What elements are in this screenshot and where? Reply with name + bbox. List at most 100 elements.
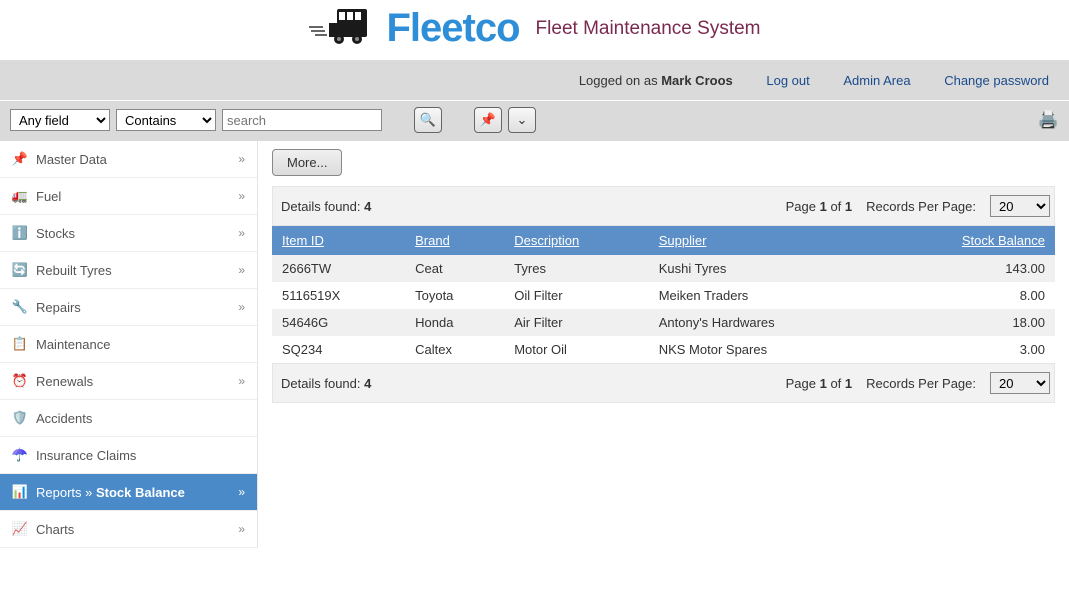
chevron-right-icon: » bbox=[238, 226, 245, 240]
page-indicator: Page 1 of 1 bbox=[786, 199, 853, 214]
sidebar-item-master-data[interactable]: 📌 Master Data » bbox=[0, 141, 257, 178]
nav-icon: 📈 bbox=[12, 521, 28, 537]
app-header: Fleetco Fleet Maintenance System bbox=[0, 0, 1069, 61]
field-select[interactable]: Any field bbox=[10, 109, 110, 131]
col-item-id[interactable]: Item ID bbox=[272, 226, 405, 255]
sidebar-item-label: Maintenance bbox=[36, 337, 110, 352]
search-button[interactable]: 🔍 bbox=[414, 107, 442, 133]
sidebar-item-label: Reports » Stock Balance bbox=[36, 485, 185, 500]
chevron-right-icon: » bbox=[238, 485, 245, 499]
sidebar-item-fuel[interactable]: 🚛 Fuel » bbox=[0, 178, 257, 215]
search-input[interactable] bbox=[222, 109, 382, 131]
brand-name: Fleetco bbox=[387, 6, 520, 51]
sidebar-item-maintenance[interactable]: 📋 Maintenance bbox=[0, 326, 257, 363]
cell-brand: Caltex bbox=[405, 336, 504, 363]
table-row[interactable]: 2666TWCeatTyresKushi Tyres143.00 bbox=[272, 255, 1055, 282]
cell-brand: Honda bbox=[405, 309, 504, 336]
table-row[interactable]: SQ234CaltexMotor OilNKS Motor Spares3.00 bbox=[272, 336, 1055, 363]
main-content: More... Details found: 4 Page 1 of 1 Rec… bbox=[258, 141, 1069, 423]
sidebar-item-label: Insurance Claims bbox=[36, 448, 136, 463]
change-password-link[interactable]: Change password bbox=[944, 73, 1049, 88]
records-per-page-select-b[interactable]: 20 bbox=[990, 372, 1050, 394]
table-row[interactable]: 54646GHondaAir FilterAntony's Hardwares1… bbox=[272, 309, 1055, 336]
details-found-label: Details found: bbox=[281, 199, 364, 214]
records-per-page-select[interactable]: 20 bbox=[990, 195, 1050, 217]
chevron-right-icon: » bbox=[238, 263, 245, 277]
sidebar-item-renewals[interactable]: ⏰Renewals» bbox=[0, 363, 257, 400]
nav-icon: ⏰ bbox=[12, 373, 28, 389]
cell-brand: Ceat bbox=[405, 255, 504, 282]
cell-desc: Motor Oil bbox=[504, 336, 649, 363]
nav-icon: 🛡️ bbox=[12, 410, 28, 426]
cell-supplier: Antony's Hardwares bbox=[649, 309, 880, 336]
cell-supplier: Meiken Traders bbox=[649, 282, 880, 309]
user-bar: Logged on as Mark Croos Log out Admin Ar… bbox=[0, 61, 1069, 100]
sidebar-item-stocks[interactable]: ℹ️Stocks» bbox=[0, 215, 257, 252]
logout-link[interactable]: Log out bbox=[766, 73, 809, 88]
more-button[interactable]: More... bbox=[272, 149, 342, 176]
status-row-bottom: Details found: 4 Page 1 of 1 Records Per… bbox=[272, 363, 1055, 403]
col-supplier[interactable]: Supplier bbox=[649, 226, 880, 255]
page-indicator-b: Page 1 of 1 bbox=[786, 376, 853, 391]
cell-supplier: NKS Motor Spares bbox=[649, 336, 880, 363]
admin-area-link[interactable]: Admin Area bbox=[843, 73, 910, 88]
logged-on-text: Logged on as Mark Croos bbox=[579, 73, 737, 88]
nav-icon: 📌 bbox=[12, 151, 28, 167]
sidebar: 📌Master Data»🚛Fuel»ℹ️Stocks»🔄Rebuilt Tyr… bbox=[0, 141, 258, 548]
sidebar-item-label: Rebuilt Tyres bbox=[36, 263, 112, 278]
sidebar-item-label: Accidents bbox=[36, 411, 92, 426]
sidebar-item-label: Fuel bbox=[36, 189, 61, 204]
chevron-right-icon: » bbox=[238, 522, 245, 536]
username: Mark Croos bbox=[661, 73, 733, 88]
bus-logo-icon bbox=[309, 5, 381, 52]
brand-tagline: Fleet Maintenance System bbox=[536, 18, 761, 40]
chevron-right-icon: » bbox=[238, 300, 245, 314]
nav-icon: 🔧 bbox=[12, 299, 28, 315]
cell-supplier: Kushi Tyres bbox=[649, 255, 880, 282]
nav-icon: 🚛 bbox=[12, 188, 28, 204]
col-stock-balance[interactable]: Stock Balance bbox=[880, 226, 1055, 255]
data-table: Item IDBrandDescriptionSupplierStock Bal… bbox=[272, 226, 1055, 363]
cell-desc: Oil Filter bbox=[504, 282, 649, 309]
sidebar-item-rebuilt-tyres[interactable]: 🔄Rebuilt Tyres» bbox=[0, 252, 257, 289]
sidebar-item-label: Master Data bbox=[36, 152, 107, 167]
sidebar-item-insurance-claims[interactable]: ☂️ Insurance Claims bbox=[0, 437, 257, 474]
status-row-top: Details found: 4 Page 1 of 1 Records Per… bbox=[272, 186, 1055, 226]
sidebar-item-label: Charts bbox=[36, 522, 74, 537]
sidebar-item-charts[interactable]: 📈 Charts » bbox=[0, 511, 257, 548]
chevron-right-icon: » bbox=[238, 189, 245, 203]
cell-brand: Toyota bbox=[405, 282, 504, 309]
toolbar: Any field Contains 🔍 📌 ⌄ 🖨️ bbox=[0, 100, 1069, 141]
details-found-label-b: Details found: bbox=[281, 376, 364, 391]
cell-balance: 143.00 bbox=[880, 255, 1055, 282]
sidebar-item-label: Repairs bbox=[36, 300, 81, 315]
magnifier-icon: 🔍 bbox=[420, 112, 436, 128]
sidebar-item-repairs[interactable]: 🔧 Repairs » bbox=[0, 289, 257, 326]
nav-icon: 📊 bbox=[12, 484, 28, 500]
operator-select[interactable]: Contains bbox=[116, 109, 216, 131]
nav-icon: 📋 bbox=[12, 336, 28, 352]
sidebar-item-reports-stock-balance[interactable]: 📊 Reports » Stock Balance » bbox=[0, 474, 257, 511]
col-brand[interactable]: Brand bbox=[405, 226, 504, 255]
table-row[interactable]: 5116519XToyotaOil FilterMeiken Traders8.… bbox=[272, 282, 1055, 309]
expand-button[interactable]: ⌄ bbox=[508, 107, 536, 133]
cell-desc: Tyres bbox=[504, 255, 649, 282]
cell-balance: 3.00 bbox=[880, 336, 1055, 363]
col-description[interactable]: Description bbox=[504, 226, 649, 255]
pin-button[interactable]: 📌 bbox=[474, 107, 502, 133]
cell-desc: Air Filter bbox=[504, 309, 649, 336]
sidebar-item-accidents[interactable]: 🛡️ Accidents bbox=[0, 400, 257, 437]
cell-item_id: 54646G bbox=[272, 309, 405, 336]
rpp-label-b: Records Per Page: bbox=[866, 376, 976, 391]
sidebar-item-label: Renewals bbox=[36, 374, 93, 389]
print-icon[interactable]: 🖨️ bbox=[1038, 110, 1059, 130]
chevron-down-icon: ⌄ bbox=[517, 112, 528, 128]
chevron-right-icon: » bbox=[238, 152, 245, 166]
pin-icon: 📌 bbox=[480, 112, 496, 128]
cell-item_id: SQ234 bbox=[272, 336, 405, 363]
rpp-label: Records Per Page: bbox=[866, 199, 976, 214]
cell-balance: 8.00 bbox=[880, 282, 1055, 309]
nav-icon: ☂️ bbox=[12, 447, 28, 463]
logged-prefix: Logged on as bbox=[579, 73, 661, 88]
details-found-count-b: 4 bbox=[364, 376, 371, 391]
